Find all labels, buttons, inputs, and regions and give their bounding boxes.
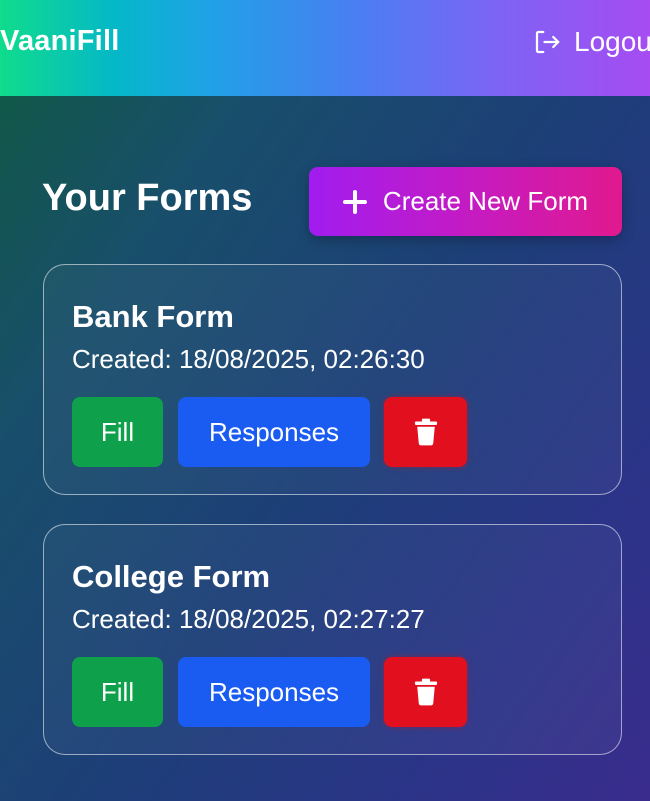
create-new-form-button[interactable]: Create New Form [309,167,622,236]
form-card: Bank Form Created: 18/08/2025, 02:26:30 … [43,264,622,495]
brand-logo-text[interactable]: VaaniFill [0,25,119,58]
logout-label: Logout [574,26,650,57]
form-created-date: Created: 18/08/2025, 02:26:30 [72,344,425,374]
create-new-form-label: Create New Form [382,186,589,216]
form-title: College Form [72,559,271,594]
logout-button[interactable]: Logout [532,26,650,58]
responses-button[interactable]: Responses [178,657,370,727]
plus-icon [342,189,367,214]
delete-button[interactable] [384,397,467,467]
trash-icon [414,678,437,706]
fill-button[interactable]: Fill [72,657,163,727]
navbar: VaaniFill Logout [0,0,650,96]
page-title: Your Forms [42,177,253,219]
form-created-date: Created: 18/08/2025, 02:27:27 [72,604,425,634]
logout-icon [535,30,560,54]
responses-button[interactable]: Responses [178,397,370,467]
form-card: College Form Created: 18/08/2025, 02:27:… [43,524,622,755]
form-title: Bank Form [72,299,234,334]
fill-button[interactable]: Fill [72,397,163,467]
trash-icon [414,418,437,446]
delete-button[interactable] [384,657,467,727]
